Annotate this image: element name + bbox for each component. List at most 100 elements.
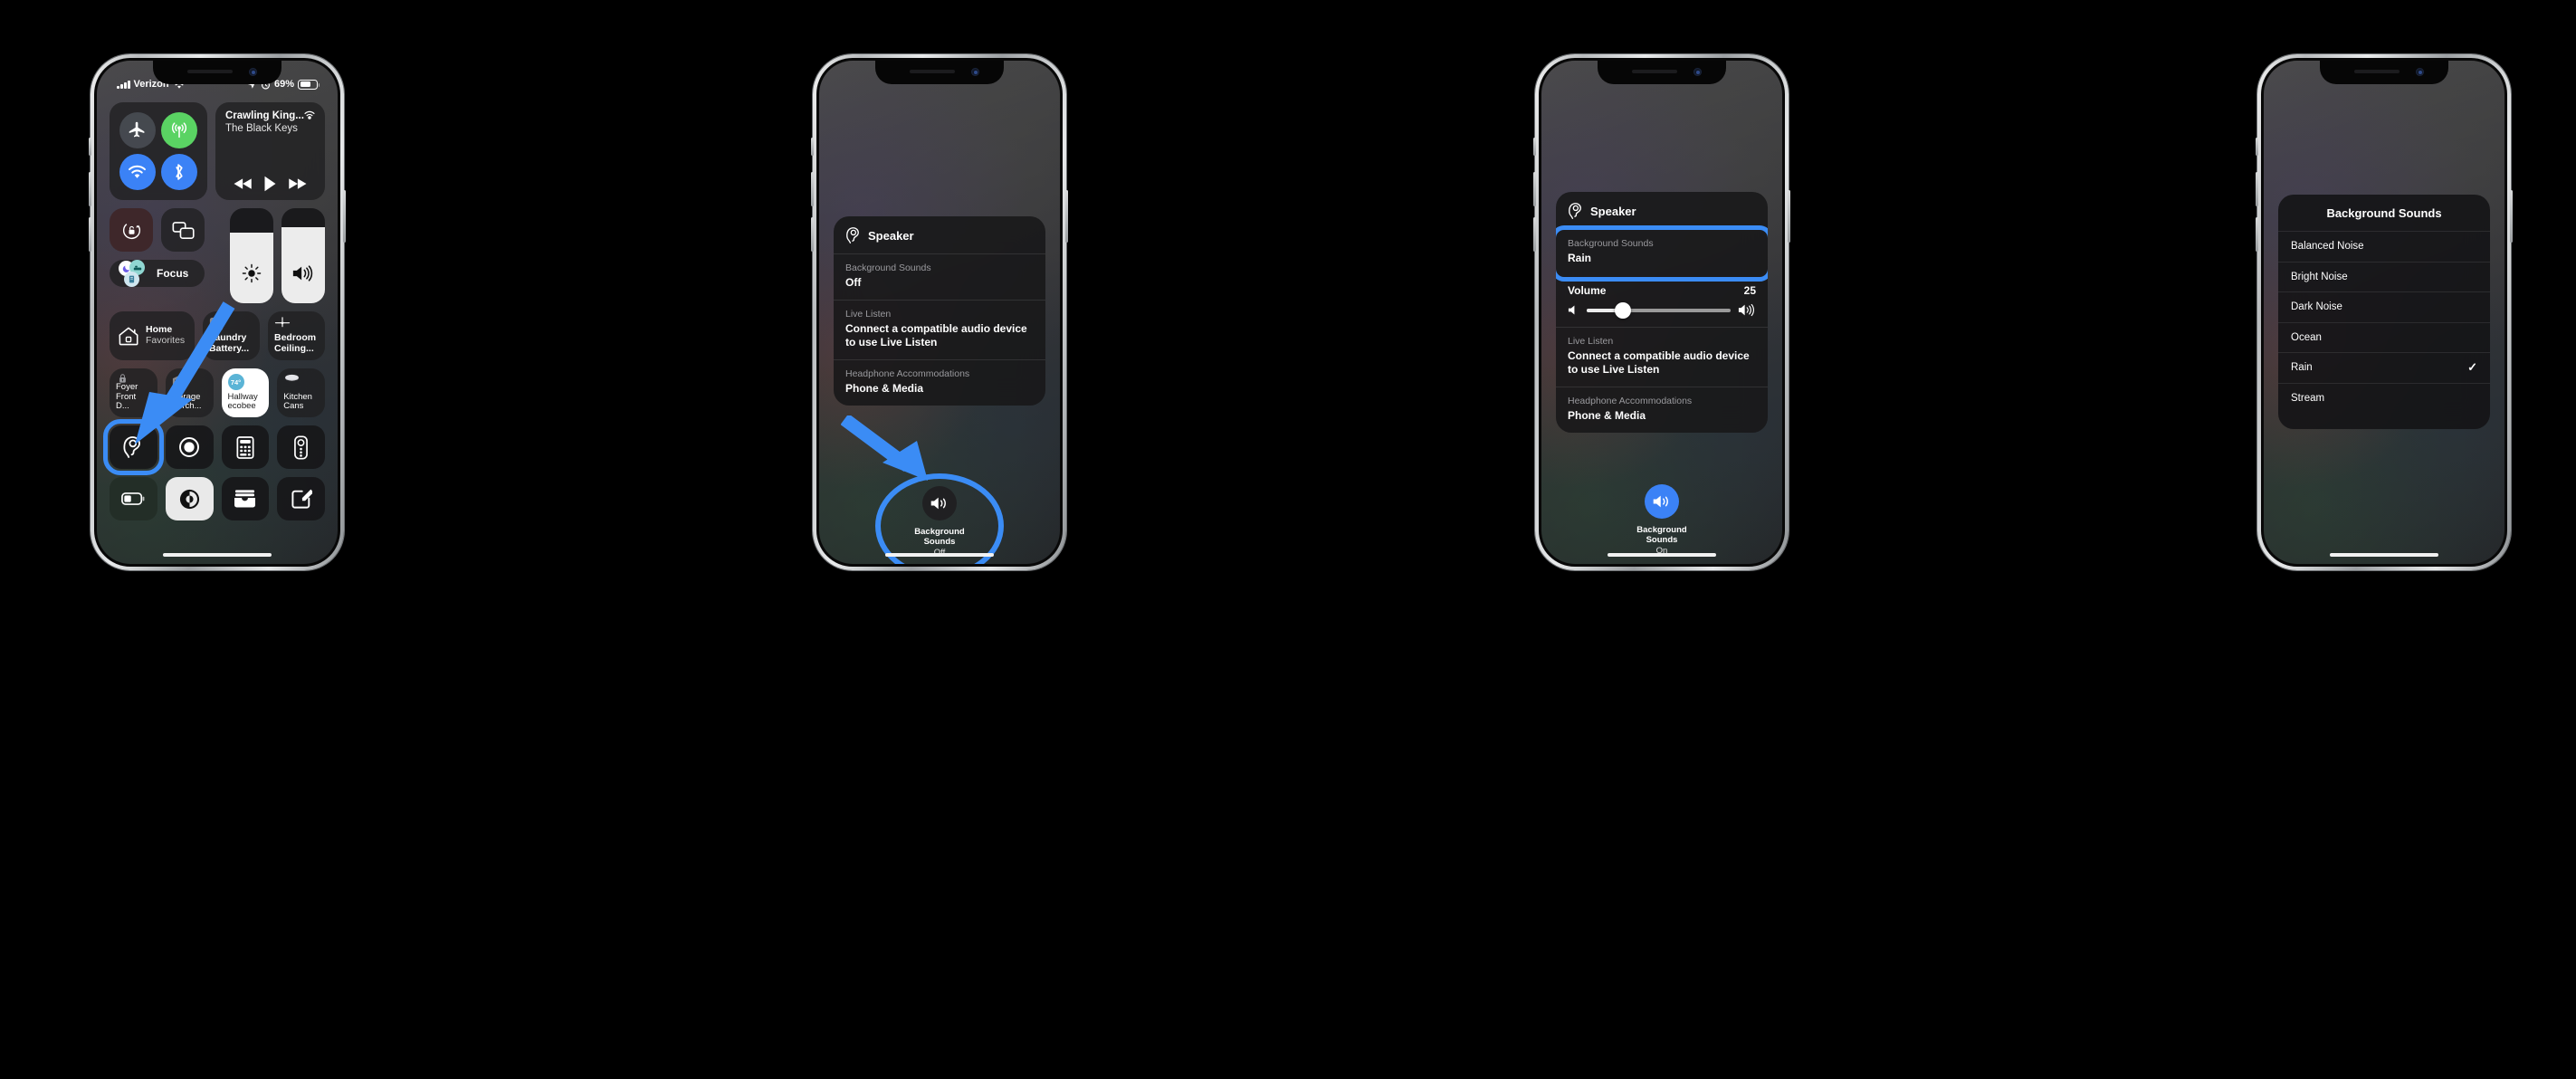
brightness-slider[interactable] [230, 208, 273, 303]
volume-slider[interactable] [281, 208, 325, 303]
list-item-bright-noise[interactable]: Bright Noise [2278, 261, 2490, 292]
calculator-tile[interactable] [221, 425, 270, 469]
signal-bars-icon [117, 80, 130, 89]
airplay-audio-icon[interactable] [302, 109, 317, 123]
volume-up-button[interactable] [2256, 172, 2258, 206]
notes-tile[interactable] [277, 477, 325, 520]
rewind-icon[interactable] [234, 177, 253, 190]
notch [2320, 61, 2448, 84]
earpiece-speaker-icon [1632, 70, 1677, 73]
accessory-hallway-ecobee[interactable]: 74° Hallway ecobee [221, 368, 270, 417]
background-sounds-control[interactable]: Background Sounds Off [819, 473, 1060, 564]
bedroom-ceiling-tile[interactable]: Bedroom Ceiling... [267, 311, 325, 360]
screen-mirroring-button[interactable] [161, 208, 205, 252]
volume-up-button[interactable] [1533, 172, 1536, 206]
home-favorites-tile[interactable]: Home Favorites [110, 311, 195, 360]
row-live-listen[interactable]: Live Listen Connect a compatible audio d… [834, 300, 1045, 359]
front-camera-icon [2416, 68, 2424, 76]
media-controls [225, 176, 315, 192]
home-tile-subtitle: Favorites [146, 335, 186, 346]
airplane-mode-button[interactable] [119, 111, 156, 148]
list-item-rain[interactable]: Rain ✓ [2278, 352, 2490, 383]
background-sounds-caption-line1: Background [1636, 525, 1687, 535]
dark-mode-tile[interactable] [165, 477, 214, 520]
low-power-mode-tile[interactable] [110, 477, 157, 520]
row-headphone-accommodations[interactable]: Headphone Accommodations Phone & Media [834, 359, 1045, 406]
quick-tiles-row-2 [110, 477, 325, 520]
background-sounds-toggle[interactable] [922, 486, 957, 520]
power-button[interactable] [1788, 190, 1790, 243]
row-value: Rain [1568, 251, 1592, 264]
laundry-tile[interactable]: Laundry Battery... [202, 311, 260, 360]
row-headphone-accommodations[interactable]: Headphone Accommodations Phone & Media [1556, 387, 1768, 433]
list-item-ocean[interactable]: Ocean [2278, 321, 2490, 353]
thermostat-icon: 74° [227, 374, 244, 390]
hearing-ear-icon [123, 436, 141, 458]
row-live-listen[interactable]: Live Listen Connect a compatible audio d… [1556, 327, 1768, 387]
connectivity-module [110, 102, 207, 200]
play-icon[interactable] [263, 176, 277, 192]
phone-2-screen: Speaker Background Sounds Off Live Liste… [819, 61, 1060, 564]
rotation-lock-button[interactable] [110, 208, 153, 252]
mute-switch[interactable] [89, 138, 91, 156]
background-sounds-control[interactable]: Background Sounds On [1541, 484, 1782, 558]
quick-tiles-row-1 [103, 419, 325, 475]
accessory-garage-perch[interactable]: Garage Perch... [165, 368, 214, 417]
list-item-balanced-noise[interactable]: Balanced Noise [2278, 231, 2490, 262]
notes-icon [291, 489, 312, 509]
mute-switch[interactable] [1533, 138, 1536, 156]
focus-button[interactable]: Focus [110, 260, 205, 287]
hearing-tile[interactable] [103, 419, 164, 475]
mute-switch[interactable] [2256, 138, 2258, 156]
volume-up-button[interactable] [89, 172, 91, 206]
reading-focus-icon [124, 272, 139, 287]
volume-slider[interactable] [1568, 301, 1756, 319]
phone-4-screen: Background Sounds Balanced Noise Bright … [2264, 61, 2504, 564]
speaker-panel-header: Speaker [834, 216, 1045, 253]
volume-thumb[interactable] [1614, 301, 1631, 319]
volume-up-button[interactable] [811, 172, 814, 206]
fast-forward-icon[interactable] [287, 177, 307, 190]
apple-tv-remote-tile[interactable] [277, 425, 325, 469]
home-indicator [2330, 553, 2438, 557]
row-label: Live Listen [845, 309, 892, 320]
accessory-kitchen-cans[interactable]: Kitchen Cans [277, 368, 325, 417]
outlet-icon [209, 318, 224, 331]
screen-record-icon [179, 437, 200, 457]
background-sounds-caption-line1: Background [914, 527, 965, 537]
cellular-data-button[interactable] [161, 111, 198, 148]
wallet-tile[interactable] [221, 477, 270, 520]
mute-switch[interactable] [811, 138, 814, 156]
row-background-sounds[interactable]: Background Sounds Off [834, 253, 1045, 300]
row-background-sounds[interactable]: Background Sounds Rain [1556, 225, 1768, 282]
phone-1-screen: Verizon 69% Crawling King... The Black K… [97, 61, 338, 564]
power-button[interactable] [343, 190, 346, 243]
background-sounds-toggle[interactable] [1645, 484, 1679, 519]
screen-record-tile[interactable] [165, 425, 214, 469]
apple-tv-remote-icon [294, 434, 309, 460]
power-button[interactable] [2510, 190, 2513, 243]
power-button[interactable] [1065, 190, 1068, 243]
volume-down-button[interactable] [2256, 217, 2258, 252]
list-item-label: Ocean [2291, 331, 2322, 343]
bluetooth-button[interactable] [161, 154, 198, 191]
picker-bottom-padding [2278, 413, 2490, 429]
brightness-icon [242, 263, 262, 283]
now-playing-module[interactable]: Crawling King... The Black Keys [215, 102, 325, 200]
accessory-foyer-front-door[interactable]: Foyer Front D... [110, 368, 157, 417]
list-item-dark-noise[interactable]: Dark Noise [2278, 291, 2490, 322]
volume-down-button[interactable] [89, 217, 91, 252]
accessory-name-line2: Front D... [116, 391, 137, 412]
phone-1-body: Verizon 69% Crawling King... The Black K… [94, 58, 340, 567]
dark-mode-icon [179, 489, 199, 509]
volume-down-button[interactable] [811, 217, 814, 252]
phone-4-sound-picker: Background Sounds Balanced Noise Bright … [2256, 54, 2513, 570]
control-center: Crawling King... The Black Keys Focus Ho… [103, 102, 325, 529]
front-camera-icon [1693, 68, 1702, 76]
list-item-stream[interactable]: Stream [2278, 382, 2490, 414]
volume-track[interactable] [1587, 301, 1731, 319]
row-value: Connect a compatible audio device to use… [1568, 349, 1750, 376]
phone-3-body: Speaker Background Sounds Rain Volume 25 [1539, 58, 1785, 567]
wifi-button[interactable] [119, 154, 156, 191]
volume-down-button[interactable] [1533, 217, 1536, 252]
